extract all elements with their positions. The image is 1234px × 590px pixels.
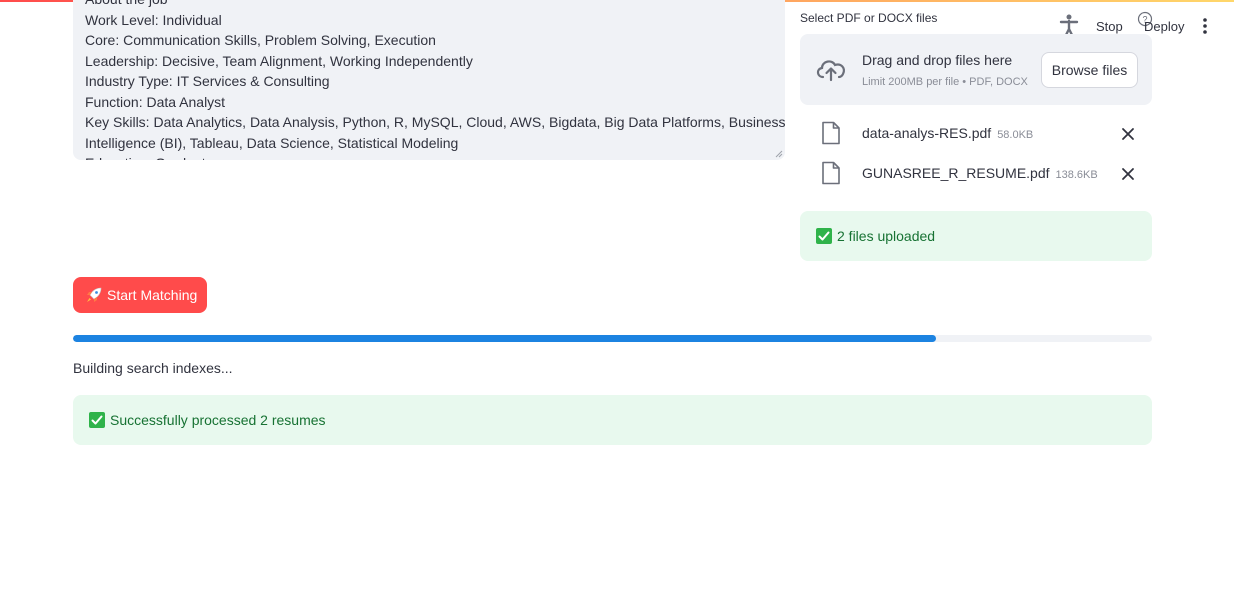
progress-status-text: Building search indexes... bbox=[73, 360, 233, 376]
more-menu-icon[interactable] bbox=[1200, 17, 1210, 35]
stop-button[interactable]: Stop bbox=[1096, 19, 1123, 34]
cloud-upload-icon bbox=[816, 60, 845, 82]
file-size: 138.6KB bbox=[1055, 169, 1098, 181]
uploader-label: Select PDF or DOCX files bbox=[800, 11, 938, 25]
rocket-icon bbox=[87, 287, 102, 302]
upload-success-message: 2 files uploaded bbox=[837, 228, 936, 244]
uploaded-file-row: data-analys-RES.pdf 58.0KB bbox=[800, 115, 1152, 151]
file-name: GUNASREE_R_RESUME.pdf 138.6KB bbox=[862, 165, 1098, 181]
remove-file-icon[interactable] bbox=[1121, 127, 1135, 141]
start-matching-button[interactable]: Start Matching bbox=[73, 277, 207, 313]
resize-handle-icon[interactable] bbox=[775, 150, 783, 158]
job-description-line: Function: Data Analyst bbox=[85, 93, 226, 110]
job-description-line: Industry Type: IT Services & Consulting bbox=[85, 73, 330, 89]
deploy-button[interactable]: Deploy bbox=[1144, 19, 1184, 34]
file-name: data-analys-RES.pdf 58.0KB bbox=[862, 125, 1034, 141]
progress-bar bbox=[73, 335, 1152, 342]
job-description-line: Work Level: Individual bbox=[85, 11, 222, 28]
progress-bar-fill bbox=[73, 335, 937, 342]
job-description-text: About the jobWork Level: Individual Core:… bbox=[85, 0, 785, 160]
job-description-line: About the job bbox=[85, 0, 775, 10]
file-icon bbox=[822, 161, 840, 185]
job-description-line: Key Skills: Data Analytics, Data Analysi… bbox=[85, 114, 785, 130]
check-icon bbox=[816, 228, 832, 244]
dropzone-limit: Limit 200MB per file • PDF, DOCX bbox=[862, 76, 1028, 88]
uploaded-file-row: GUNASREE_R_RESUME.pdf 138.6KB bbox=[800, 155, 1152, 191]
file-dropzone[interactable]: Drag and drop files here Limit 200MB per… bbox=[800, 34, 1152, 105]
dropzone-title: Drag and drop files here bbox=[862, 52, 1013, 68]
start-matching-label: Start Matching bbox=[107, 287, 198, 303]
job-description-textarea[interactable]: About the jobWork Level: Individual Core:… bbox=[73, 0, 785, 160]
browse-files-button[interactable]: Browse files bbox=[1041, 52, 1138, 88]
job-description-line: Leadership: Decisive, Team Alignment, Wo… bbox=[85, 52, 473, 69]
file-icon bbox=[822, 121, 840, 145]
job-description-line: Core: Communication Skills, Problem Solv… bbox=[85, 32, 436, 48]
upload-success-alert: 2 files uploaded bbox=[800, 211, 1152, 261]
job-description-line: Education: Graduate bbox=[85, 153, 775, 160]
processing-success-message: Successfully processed 2 resumes bbox=[110, 412, 326, 428]
processing-success-alert: Successfully processed 2 resumes bbox=[73, 395, 1152, 445]
remove-file-icon[interactable] bbox=[1121, 167, 1135, 181]
check-icon bbox=[89, 412, 105, 428]
job-description-line: Intelligence (BI), Tableau, Data Science… bbox=[85, 134, 459, 151]
file-size: 58.0KB bbox=[997, 129, 1034, 141]
